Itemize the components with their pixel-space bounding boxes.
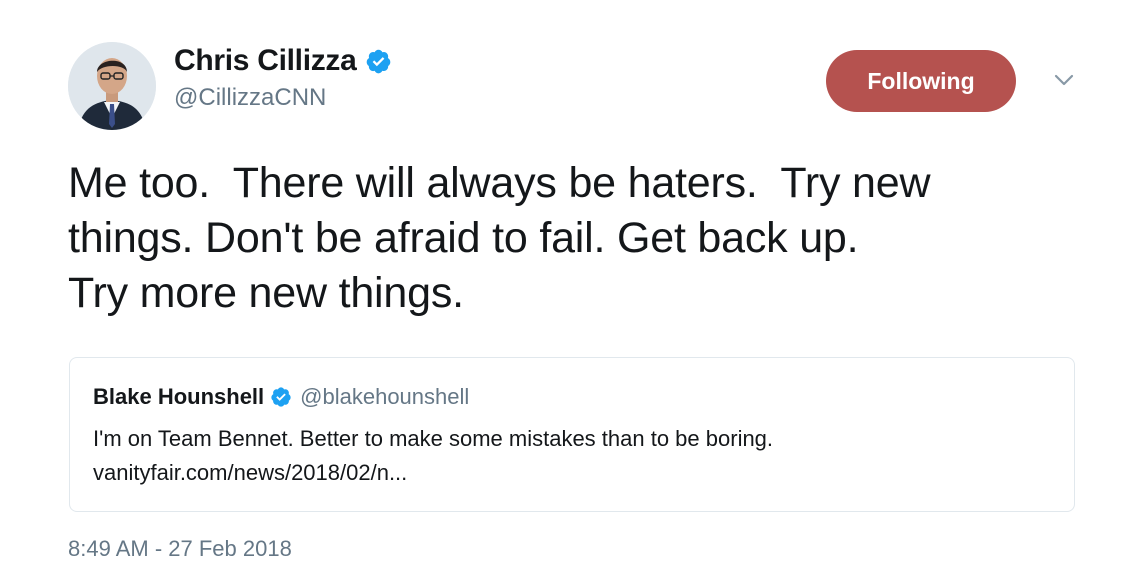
quoted-author-handle: @blakehounshell	[300, 384, 470, 409]
quoted-author-name: Blake Hounshell	[93, 384, 265, 409]
author-block: Chris Cillizza @CillizzaCNN	[174, 42, 392, 112]
quoted-tweet-text: I'm on Team Bennet. Better to make some …	[93, 426, 774, 485]
avatar[interactable]	[68, 42, 156, 130]
quoted-tweet-header: Blake Hounshell @blakehounshell	[93, 383, 469, 411]
chevron-down-icon[interactable]	[1052, 70, 1076, 90]
author-name-row: Chris Cillizza	[174, 42, 392, 80]
author-name[interactable]: Chris Cillizza	[174, 44, 357, 78]
verified-badge-icon	[270, 386, 292, 408]
tweet-timestamp[interactable]: 8:49 AM - 27 Feb 2018	[68, 536, 292, 562]
quoted-tweet[interactable]: Blake Hounshell @blakehounshell I'm on T…	[69, 357, 1075, 512]
tweet-text: Me too. There will always be haters. Try…	[68, 159, 931, 317]
tweet-card: Chris Cillizza @CillizzaCNN Following Me…	[0, 0, 1136, 588]
author-handle[interactable]: @CillizzaCNN	[174, 84, 392, 112]
verified-badge-icon	[365, 48, 392, 75]
following-button[interactable]: Following	[826, 50, 1016, 112]
